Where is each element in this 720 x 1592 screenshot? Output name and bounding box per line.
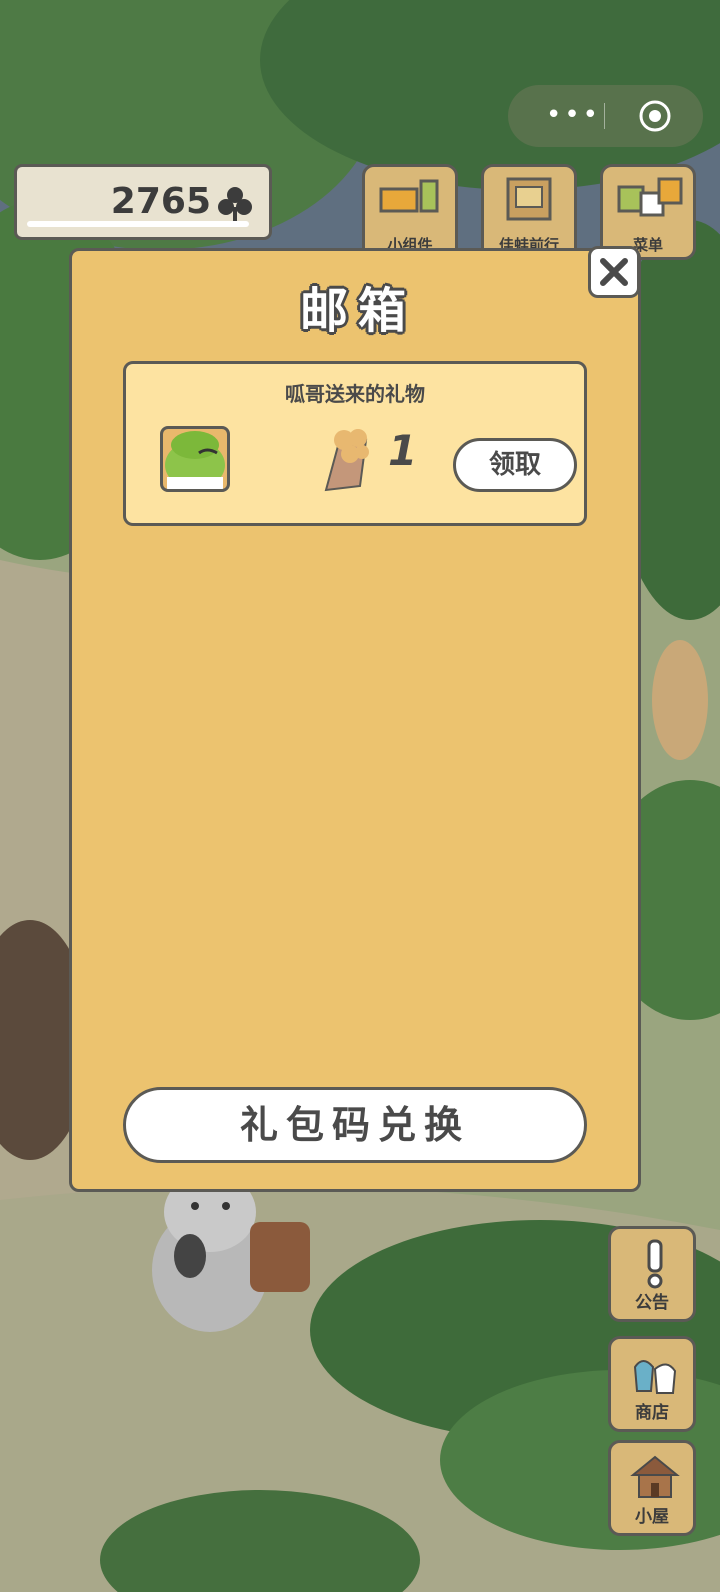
miniprogram-capsule: ••• — [508, 85, 703, 147]
clover-currency-counter: 2765 — [14, 164, 272, 240]
menu-cards-icon — [617, 177, 683, 217]
capsule-divider — [604, 103, 605, 129]
clover-icon — [218, 187, 252, 221]
sender-avatar — [160, 426, 230, 492]
close-button[interactable] — [588, 246, 640, 298]
clover-amount: 2765 — [110, 181, 211, 222]
currency-bar — [27, 221, 249, 227]
mail-sender: 呱哥送来的礼物 — [285, 382, 425, 406]
redeem-code-button[interactable]: 礼包码兑换 — [123, 1087, 587, 1163]
frog-avatar-icon — [165, 431, 225, 489]
mail-item: 呱哥送来的礼物 1 领取 — [123, 361, 587, 526]
claim-button[interactable]: 领取 — [453, 438, 577, 492]
more-menu-icon[interactable]: ••• — [546, 102, 601, 128]
item-quantity: 1 — [388, 426, 418, 475]
shop-label: 商店 — [635, 1403, 669, 1423]
frog-travel-button[interactable]: 佳蛙前行 — [481, 164, 577, 260]
waffle-icon — [324, 429, 369, 492]
book-icon — [506, 177, 552, 221]
house-button[interactable]: 小屋 — [608, 1440, 696, 1536]
widget-icon — [379, 179, 439, 213]
close-miniprogram-icon[interactable] — [638, 99, 672, 133]
shop-button[interactable]: 商店 — [608, 1336, 696, 1432]
shop-bags-icon — [633, 1360, 677, 1394]
widget-button[interactable]: 小组件 — [362, 164, 458, 260]
close-icon — [600, 258, 628, 286]
exclamation-icon — [647, 1239, 663, 1289]
announcement-label: 公告 — [635, 1293, 669, 1313]
mailbox-title: 邮箱 — [299, 283, 416, 339]
house-icon — [630, 1455, 680, 1498]
announcement-button[interactable]: 公告 — [608, 1226, 696, 1322]
house-label: 小屋 — [635, 1507, 669, 1527]
